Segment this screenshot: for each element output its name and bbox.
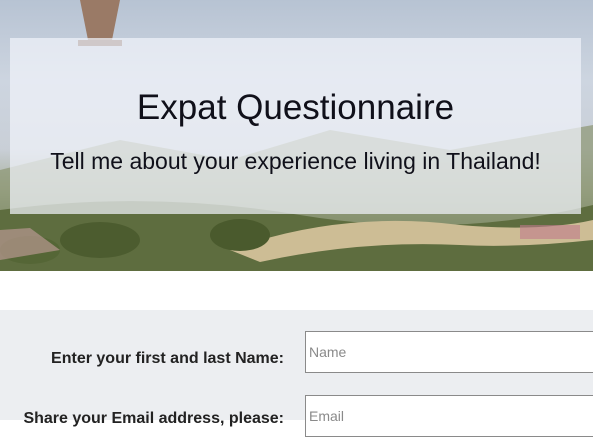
- hero-banner: Expat Questionnaire Tell me about your e…: [0, 0, 593, 271]
- page-subtitle: Tell me about your experience living in …: [50, 148, 541, 174]
- name-label: Enter your first and last Name:: [51, 350, 284, 367]
- header-panel: Expat Questionnaire Tell me about your e…: [10, 38, 581, 214]
- questionnaire-form: Enter your first and last Name: Share yo…: [0, 310, 593, 437]
- name-input[interactable]: [305, 331, 593, 373]
- email-label: Share your Email address, please:: [23, 410, 284, 427]
- page-title: Expat Questionnaire: [136, 88, 455, 127]
- email-input[interactable]: [305, 395, 593, 437]
